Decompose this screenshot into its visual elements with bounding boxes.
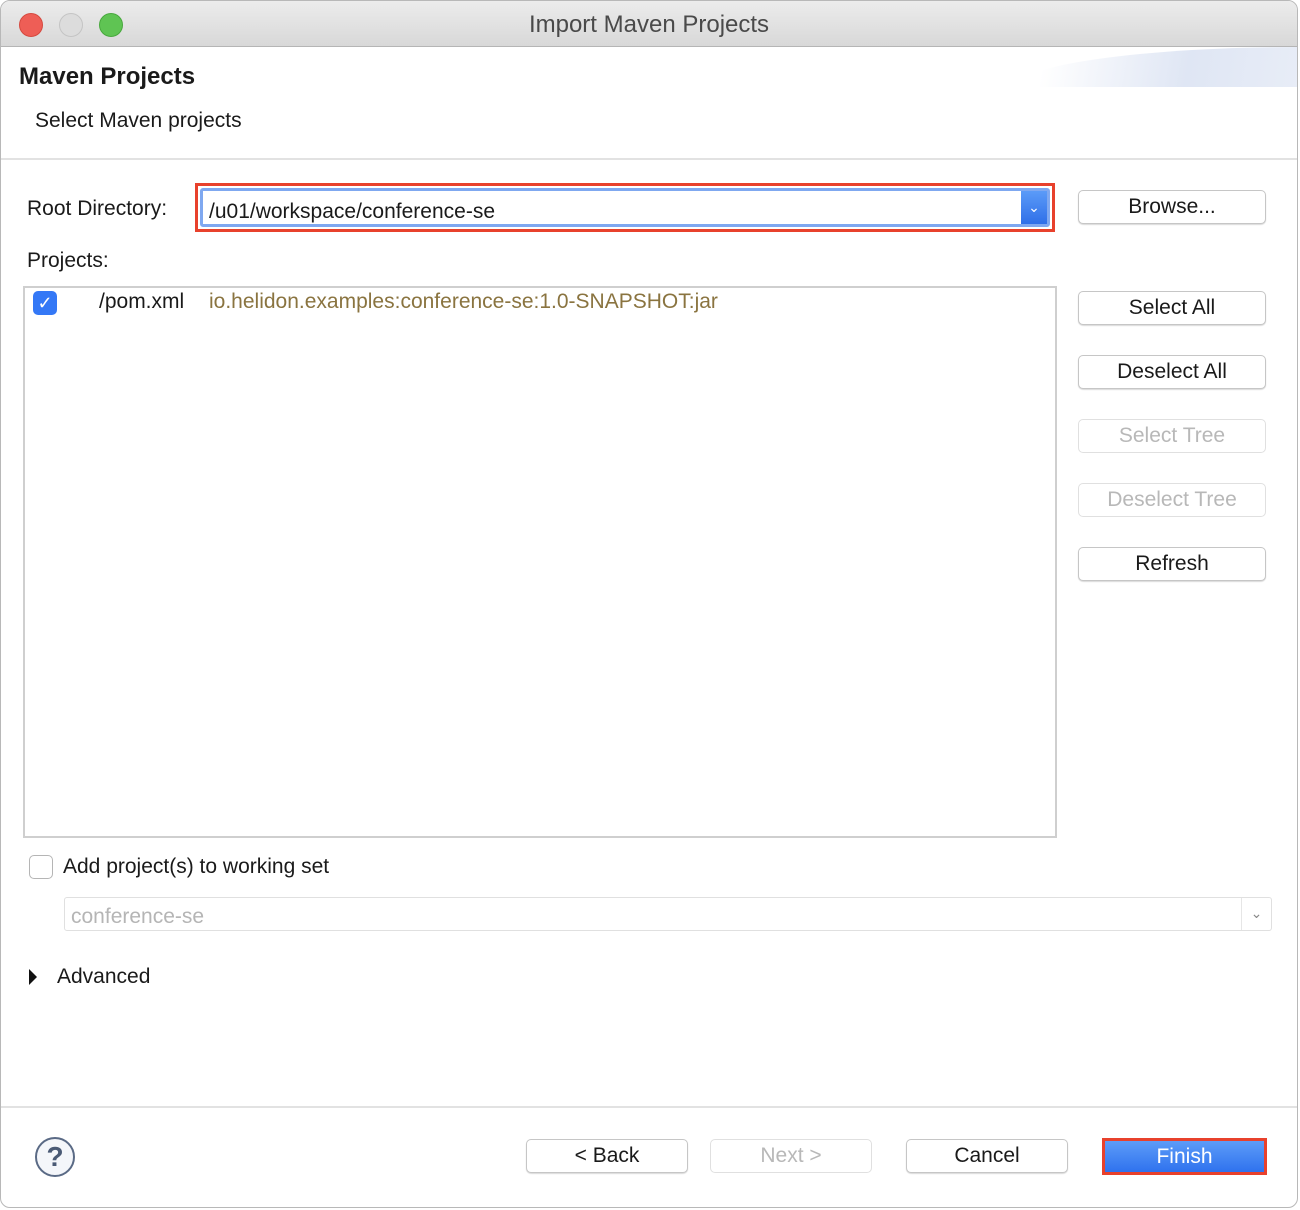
expand-triangle-icon[interactable] bbox=[29, 969, 37, 985]
header-divider bbox=[1, 158, 1297, 160]
working-set-combo[interactable]: conference-se ⌄ bbox=[64, 897, 1272, 931]
root-directory-input[interactable]: /u01/workspace/conference-se bbox=[209, 200, 495, 224]
help-icon[interactable]: ? bbox=[35, 1137, 75, 1177]
page-subtitle: Select Maven projects bbox=[35, 109, 242, 132]
page-title: Maven Projects bbox=[19, 63, 196, 90]
next-button[interactable]: Next > bbox=[710, 1139, 872, 1173]
root-directory-highlight: /u01/workspace/conference-se ⌄ bbox=[195, 183, 1055, 232]
title-bar: Import Maven Projects bbox=[1, 1, 1297, 47]
deselect-tree-button[interactable]: Deselect Tree bbox=[1078, 483, 1266, 517]
projects-tree[interactable]: ✓ /pom.xml io.helidon.examples:conferenc… bbox=[23, 286, 1057, 838]
finish-button[interactable]: Finish bbox=[1105, 1141, 1264, 1172]
project-path: /pom.xml bbox=[99, 290, 185, 313]
working-set-value: conference-se bbox=[71, 905, 205, 928]
select-all-button[interactable]: Select All bbox=[1078, 291, 1266, 325]
chevron-down-icon[interactable]: ⌄ bbox=[1021, 191, 1047, 224]
project-checkbox[interactable]: ✓ bbox=[33, 291, 57, 315]
working-set-label: Add project(s) to working set bbox=[63, 855, 330, 878]
cancel-button[interactable]: Cancel bbox=[906, 1139, 1068, 1173]
project-artifact: io.helidon.examples:conference-se:1.0-SN… bbox=[209, 290, 718, 313]
root-directory-label: Root Directory: bbox=[27, 197, 168, 220]
window-title: Import Maven Projects bbox=[528, 11, 770, 38]
select-tree-button[interactable]: Select Tree bbox=[1078, 419, 1266, 453]
refresh-button[interactable]: Refresh bbox=[1078, 547, 1266, 581]
back-button[interactable]: < Back bbox=[526, 1139, 688, 1173]
advanced-toggle[interactable]: Advanced bbox=[57, 965, 150, 989]
working-set-checkbox[interactable] bbox=[29, 855, 53, 879]
footer-divider bbox=[1, 1106, 1297, 1108]
import-maven-dialog: Import Maven Projects Maven Projects Sel… bbox=[0, 0, 1298, 1208]
deselect-all-button[interactable]: Deselect All bbox=[1078, 355, 1266, 389]
header-banner-graphic bbox=[1016, 47, 1297, 87]
chevron-down-icon[interactable]: ⌄ bbox=[1241, 898, 1271, 930]
projects-label: Projects: bbox=[27, 249, 109, 272]
root-directory-combo[interactable]: /u01/workspace/conference-se ⌄ bbox=[200, 188, 1050, 227]
finish-highlight: Finish bbox=[1102, 1138, 1267, 1175]
browse-button[interactable]: Browse... bbox=[1078, 190, 1266, 224]
